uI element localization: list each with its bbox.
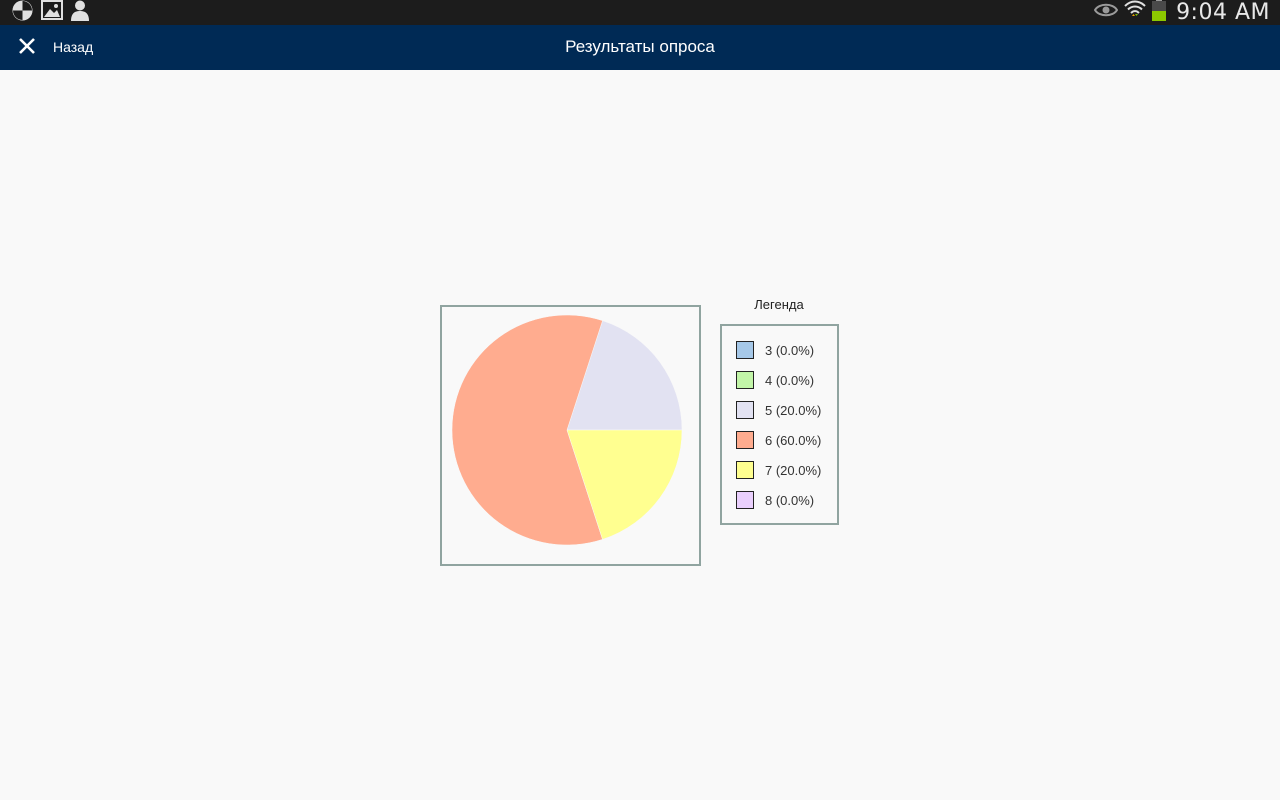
- legend-label: 7 (20.0%): [765, 462, 822, 478]
- legend-item: 6 (60.0%): [736, 430, 821, 450]
- legend-swatch: [736, 371, 754, 389]
- pie-chart-svg: [451, 314, 683, 546]
- status-right-icons: 9:04 AM: [1093, 0, 1270, 26]
- legend-item: 5 (20.0%): [736, 400, 821, 420]
- legend-title: Легенда: [754, 297, 804, 312]
- battery-icon: [1152, 0, 1167, 26]
- legend-swatch: [736, 401, 754, 419]
- legend-swatch: [736, 491, 754, 509]
- gallery-icon: [41, 0, 63, 25]
- legend-label: 4 (0.0%): [765, 372, 815, 388]
- legend-item: 4 (0.0%): [736, 370, 814, 390]
- legend-swatch: [736, 431, 754, 449]
- pinwheel-icon: [12, 0, 33, 26]
- page-title: Результаты опроса: [565, 37, 715, 56]
- app-bar: Назад Результаты опроса: [0, 25, 1280, 70]
- legend-label: 8 (0.0%): [765, 492, 815, 508]
- legend-swatch: [736, 341, 754, 359]
- eye-icon: [1093, 2, 1119, 23]
- legend-swatch: [736, 461, 754, 479]
- clock: 9:04 AM: [1176, 0, 1270, 25]
- legend-item: 3 (0.0%): [736, 340, 814, 360]
- legend-label: 3 (0.0%): [765, 342, 815, 358]
- wifi-icon: [1124, 0, 1146, 26]
- legend-label: 6 (60.0%): [765, 432, 822, 448]
- person-icon: [71, 0, 89, 26]
- status-bar: 9:04 AM: [0, 0, 1280, 25]
- status-left-icons: [12, 0, 89, 26]
- legend: 3 (0.0%) 4 (0.0%) 5 (20.0%) 6 (60.0%) 7 …: [720, 324, 839, 525]
- legend-label: 5 (20.0%): [765, 402, 822, 418]
- pie-chart: [440, 305, 701, 566]
- legend-item: 7 (20.0%): [736, 460, 821, 480]
- legend-item: 8 (0.0%): [736, 490, 814, 510]
